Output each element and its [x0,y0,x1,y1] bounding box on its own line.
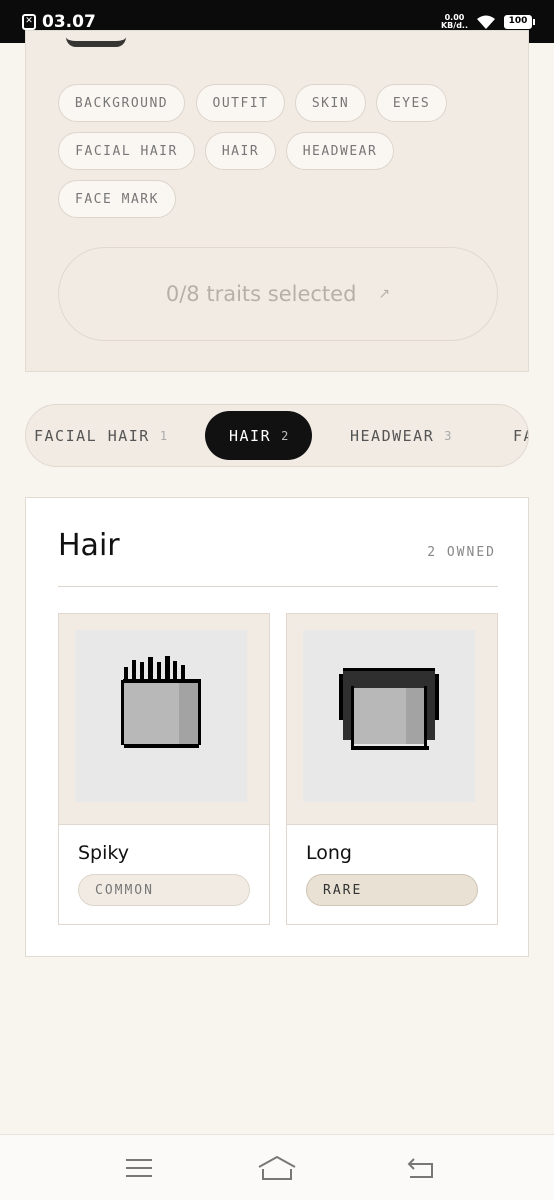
status-left: ✕ 03.07 [22,12,96,32]
hair-item-long[interactable]: Long RARE [286,613,498,925]
avatar-peek [66,37,126,47]
item-separator [59,824,269,825]
tab-count: 3 [444,428,452,443]
system-nav-bar [0,1134,554,1200]
hair-item-spiky[interactable]: Spiky COMMON [58,613,270,925]
long-hair-icon [339,668,439,750]
thumb-bg [75,630,247,802]
tab-hair[interactable]: HAIR 2 [205,411,313,460]
net-speed: 0.00 KB/d.. [440,13,468,30]
thumb-bg [303,630,475,802]
hair-section: Hair 2 OWNED Spiky COMMON Long RARE [25,497,529,957]
traits-selected-label: 0/8 traits selected [165,282,357,306]
chip-skin[interactable]: SKIN [295,84,366,122]
home-icon [258,1155,296,1180]
battery-level: 100 [508,15,528,26]
tab-label: HEADWEAR [350,426,435,445]
rarity-badge: COMMON [78,874,250,906]
spiky-hair-icon [121,656,201,748]
owned-count: 2 OWNED [427,545,496,560]
tab-headwear[interactable]: HEADWEAR 3 [350,411,451,460]
traits-selected-button[interactable]: 0/8 traits selected ↗ [58,247,498,341]
back-icon [407,1158,433,1178]
tab-count: 2 [281,428,289,443]
tab-count: 1 [159,428,168,443]
menu-button[interactable] [119,1151,159,1185]
net-speed-unit: KB/d.. [440,20,468,30]
section-title: Hair [58,528,120,563]
chip-face-mark[interactable]: FACE MARK [58,180,176,218]
chip-eyes[interactable]: EYES [376,84,447,122]
chip-background[interactable]: BACKGROUND [58,84,185,122]
chip-facial-hair[interactable]: FACIAL HAIR [58,132,195,170]
clock: 03.07 [42,11,96,32]
chip-headwear[interactable]: HEADWEAR [286,132,394,170]
arrow-up-right-icon: ↗ [378,286,391,302]
tab-label: FACIAL HAIR [34,426,150,445]
divider [58,586,498,587]
tab-face-mark[interactable]: FA [513,411,528,460]
thumb-frame [59,614,269,824]
tab-facial-hair[interactable]: FACIAL HAIR 1 [34,411,167,460]
item-name: Spiky [78,842,129,864]
trait-filter-card: BACKGROUND OUTFIT SKIN EYES FACIAL HAIR … [25,30,529,372]
tab-label: FA [513,426,528,445]
item-separator [287,824,497,825]
chip-outfit[interactable]: OUTFIT [196,84,285,122]
back-button[interactable] [401,1151,441,1185]
menu-icon [126,1159,152,1177]
tab-label: HAIR [229,426,272,445]
thumb-frame [287,614,497,824]
category-tabs: FACIAL HAIR 1 HAIR 2 HEADWEAR 3 FA [25,404,529,467]
wifi-icon [477,15,495,29]
home-button[interactable] [257,1151,297,1185]
battery-icon: 100 [504,14,535,29]
item-name: Long [306,842,352,864]
notification-icon: ✕ [22,13,36,30]
rarity-badge: RARE [306,874,478,906]
status-right: 0.00 KB/d.. 100 [440,13,535,30]
chip-hair[interactable]: HAIR [205,132,276,170]
